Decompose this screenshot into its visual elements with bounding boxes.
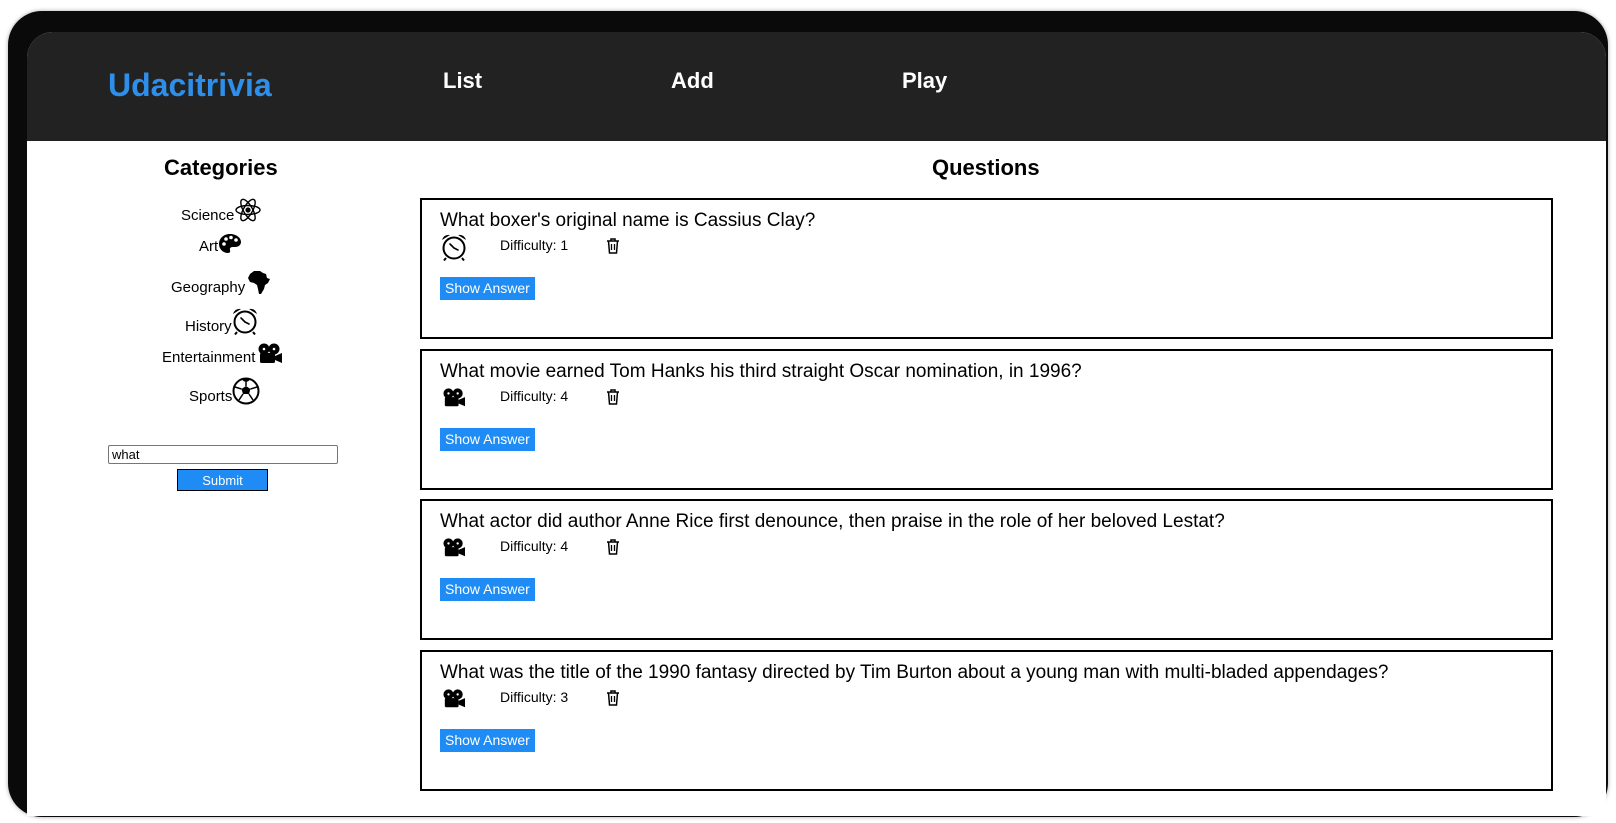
delete-trash-icon[interactable] bbox=[606, 690, 620, 706]
app-screen: Udacitrivia List Add Play Categories Sci… bbox=[27, 32, 1606, 816]
category-label: Geography bbox=[171, 279, 246, 296]
delete-trash-icon[interactable] bbox=[606, 238, 620, 254]
show-answer-button[interactable]: Show Answer bbox=[440, 428, 535, 451]
search-input[interactable] bbox=[108, 445, 338, 464]
difficulty-label: Difficulty: 4 bbox=[500, 388, 569, 404]
delete-trash-icon[interactable] bbox=[606, 539, 620, 555]
difficulty-label: Difficulty: 1 bbox=[500, 237, 569, 253]
history-alarm-clock-icon bbox=[442, 234, 466, 261]
submit-button[interactable]: Submit bbox=[177, 469, 268, 491]
show-answer-button[interactable]: Show Answer bbox=[440, 729, 535, 752]
show-answer-button[interactable]: Show Answer bbox=[440, 277, 535, 300]
category-item-entertainment[interactable]: Entertainment bbox=[162, 342, 283, 366]
categories-sidebar: Categories Science Art Geography History… bbox=[27, 141, 421, 816]
categories-title: Categories bbox=[164, 155, 278, 180]
category-item-science[interactable]: Science bbox=[181, 196, 262, 224]
difficulty-label: Difficulty: 4 bbox=[500, 538, 569, 554]
question-text: What boxer's original name is Cassius Cl… bbox=[440, 210, 816, 231]
geography-africa-icon bbox=[248, 271, 271, 294]
category-item-art[interactable]: Art bbox=[199, 233, 242, 255]
entertainment-film-projector-icon bbox=[443, 538, 465, 557]
question-card: What movie earned Tom Hanks his third st… bbox=[420, 349, 1553, 490]
delete-trash-icon[interactable] bbox=[606, 389, 620, 405]
brand-logo[interactable]: Udacitrivia bbox=[108, 67, 272, 104]
question-text: What actor did author Anne Rice first de… bbox=[440, 511, 1225, 532]
question-text: What was the title of the 1990 fantasy d… bbox=[440, 662, 1389, 683]
nav-play-link[interactable]: Play bbox=[902, 68, 947, 94]
category-label: Entertainment bbox=[162, 349, 256, 366]
art-palette-icon bbox=[219, 234, 242, 253]
category-item-sports[interactable]: Sports bbox=[189, 377, 260, 405]
category-item-history[interactable]: History bbox=[185, 307, 258, 335]
show-answer-button[interactable]: Show Answer bbox=[440, 578, 535, 601]
question-text: What movie earned Tom Hanks his third st… bbox=[440, 361, 1082, 382]
category-label: Science bbox=[181, 207, 235, 224]
entertainment-film-projector-icon bbox=[443, 689, 465, 708]
category-label: History bbox=[185, 318, 232, 335]
difficulty-label: Difficulty: 3 bbox=[500, 689, 569, 705]
nav-add-link[interactable]: Add bbox=[671, 68, 714, 94]
question-card: What boxer's original name is Cassius Cl… bbox=[420, 198, 1553, 339]
sports-soccer-ball-icon bbox=[232, 377, 260, 405]
history-alarm-clock-icon bbox=[232, 308, 257, 335]
category-item-geography[interactable]: Geography bbox=[171, 270, 271, 296]
category-label: Art bbox=[199, 238, 219, 255]
category-label: Sports bbox=[189, 388, 233, 405]
entertainment-film-projector-icon bbox=[443, 388, 465, 407]
device-frame: Udacitrivia List Add Play Categories Sci… bbox=[8, 11, 1608, 817]
science-atom-icon bbox=[235, 198, 262, 222]
question-card: What was the title of the 1990 fantasy d… bbox=[420, 650, 1553, 791]
questions-title: Questions bbox=[932, 155, 1040, 180]
question-card: What actor did author Anne Rice first de… bbox=[420, 499, 1553, 640]
navbar: Udacitrivia List Add Play bbox=[27, 32, 1606, 141]
nav-list-link[interactable]: List bbox=[443, 68, 482, 94]
entertainment-film-projector-icon bbox=[258, 343, 283, 363]
